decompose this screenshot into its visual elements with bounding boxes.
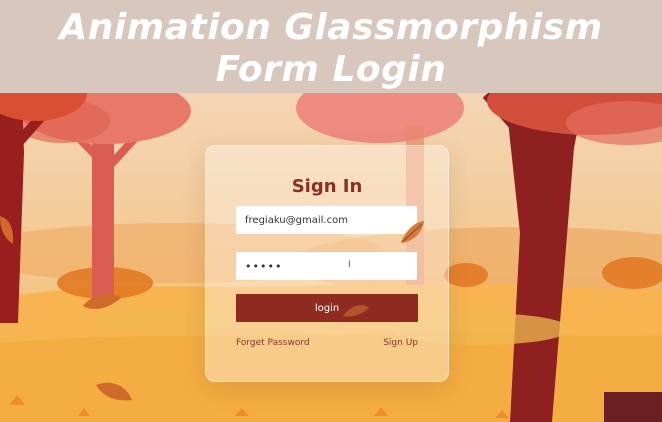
form-title: Sign In	[291, 176, 363, 197]
cursor-icon: I	[348, 260, 351, 270]
autumn-leaf-icon	[401, 221, 424, 243]
email-field[interactable]	[236, 206, 417, 234]
banner-title-line-2: Form Login	[215, 49, 447, 90]
video-title-banner: Animation Glassmorphism Form Login	[0, 0, 662, 93]
glassmorphism-login-card: Sign In I login Forget Password Sign Up	[205, 145, 449, 382]
login-button[interactable]: login	[236, 294, 418, 322]
autumn-leaf-icon	[343, 305, 369, 317]
password-field[interactable]	[236, 252, 417, 280]
banner-title-line-1: Animation Glassmorphism	[59, 7, 603, 48]
forget-password-link[interactable]: Forget Password	[236, 338, 310, 348]
sign-up-link[interactable]: Sign Up	[383, 338, 418, 348]
